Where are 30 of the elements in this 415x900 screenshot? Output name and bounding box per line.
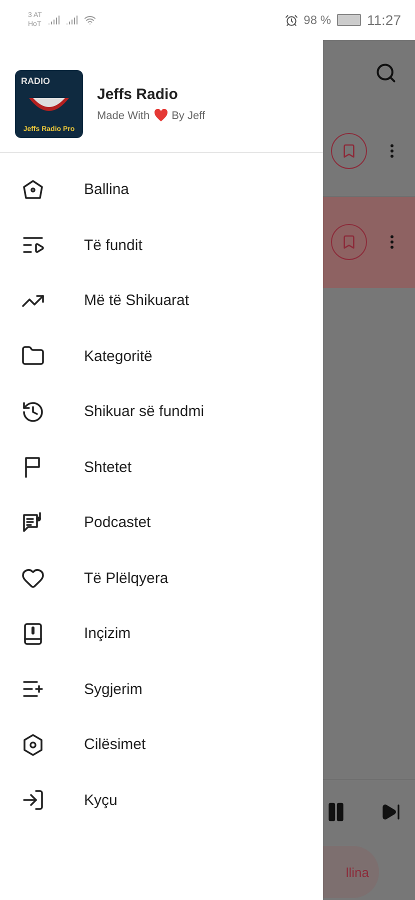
history-icon (21, 400, 45, 424)
home-icon (21, 178, 45, 202)
menu-item[interactable]: Shikuar së fundmi (0, 384, 323, 440)
menu-item[interactable]: Inçizim (0, 606, 323, 662)
battery-icon (337, 14, 361, 26)
menu-item[interactable]: Shtetet (0, 440, 323, 495)
search-icon[interactable] (375, 62, 397, 84)
skip-next-icon[interactable] (381, 802, 401, 822)
menu-item[interactable]: Podcastet (0, 495, 323, 550)
subtitle-text: Made With (97, 110, 150, 122)
alarm-icon (284, 14, 298, 26)
clock-time: 11:27 (367, 12, 401, 28)
heart-icon (154, 109, 168, 122)
recorder-icon (21, 622, 45, 646)
login-icon (21, 788, 45, 812)
menu-item[interactable]: Të fundit (0, 218, 323, 273)
menu-item[interactable]: Kategoritë (0, 328, 323, 384)
subtitle-text: By Jeff (172, 110, 206, 122)
bookmark-icon (341, 234, 357, 250)
bookmark-icon (341, 143, 357, 159)
battery-percent: 98 % (304, 13, 331, 27)
menu-item[interactable]: Ballina (0, 162, 323, 218)
menu-item[interactable]: Sygjerim (0, 662, 323, 717)
app-title: Jeffs Radio (97, 86, 179, 103)
heart-icon (21, 566, 45, 590)
menu-item[interactable]: Më të Shikuarat (0, 273, 323, 328)
menu-item[interactable]: Cilësimet (0, 717, 323, 772)
menu-item[interactable]: Të Plëlqyera (0, 550, 323, 606)
settings-icon (21, 732, 45, 757)
menu-item[interactable]: Kyçu (0, 772, 323, 828)
